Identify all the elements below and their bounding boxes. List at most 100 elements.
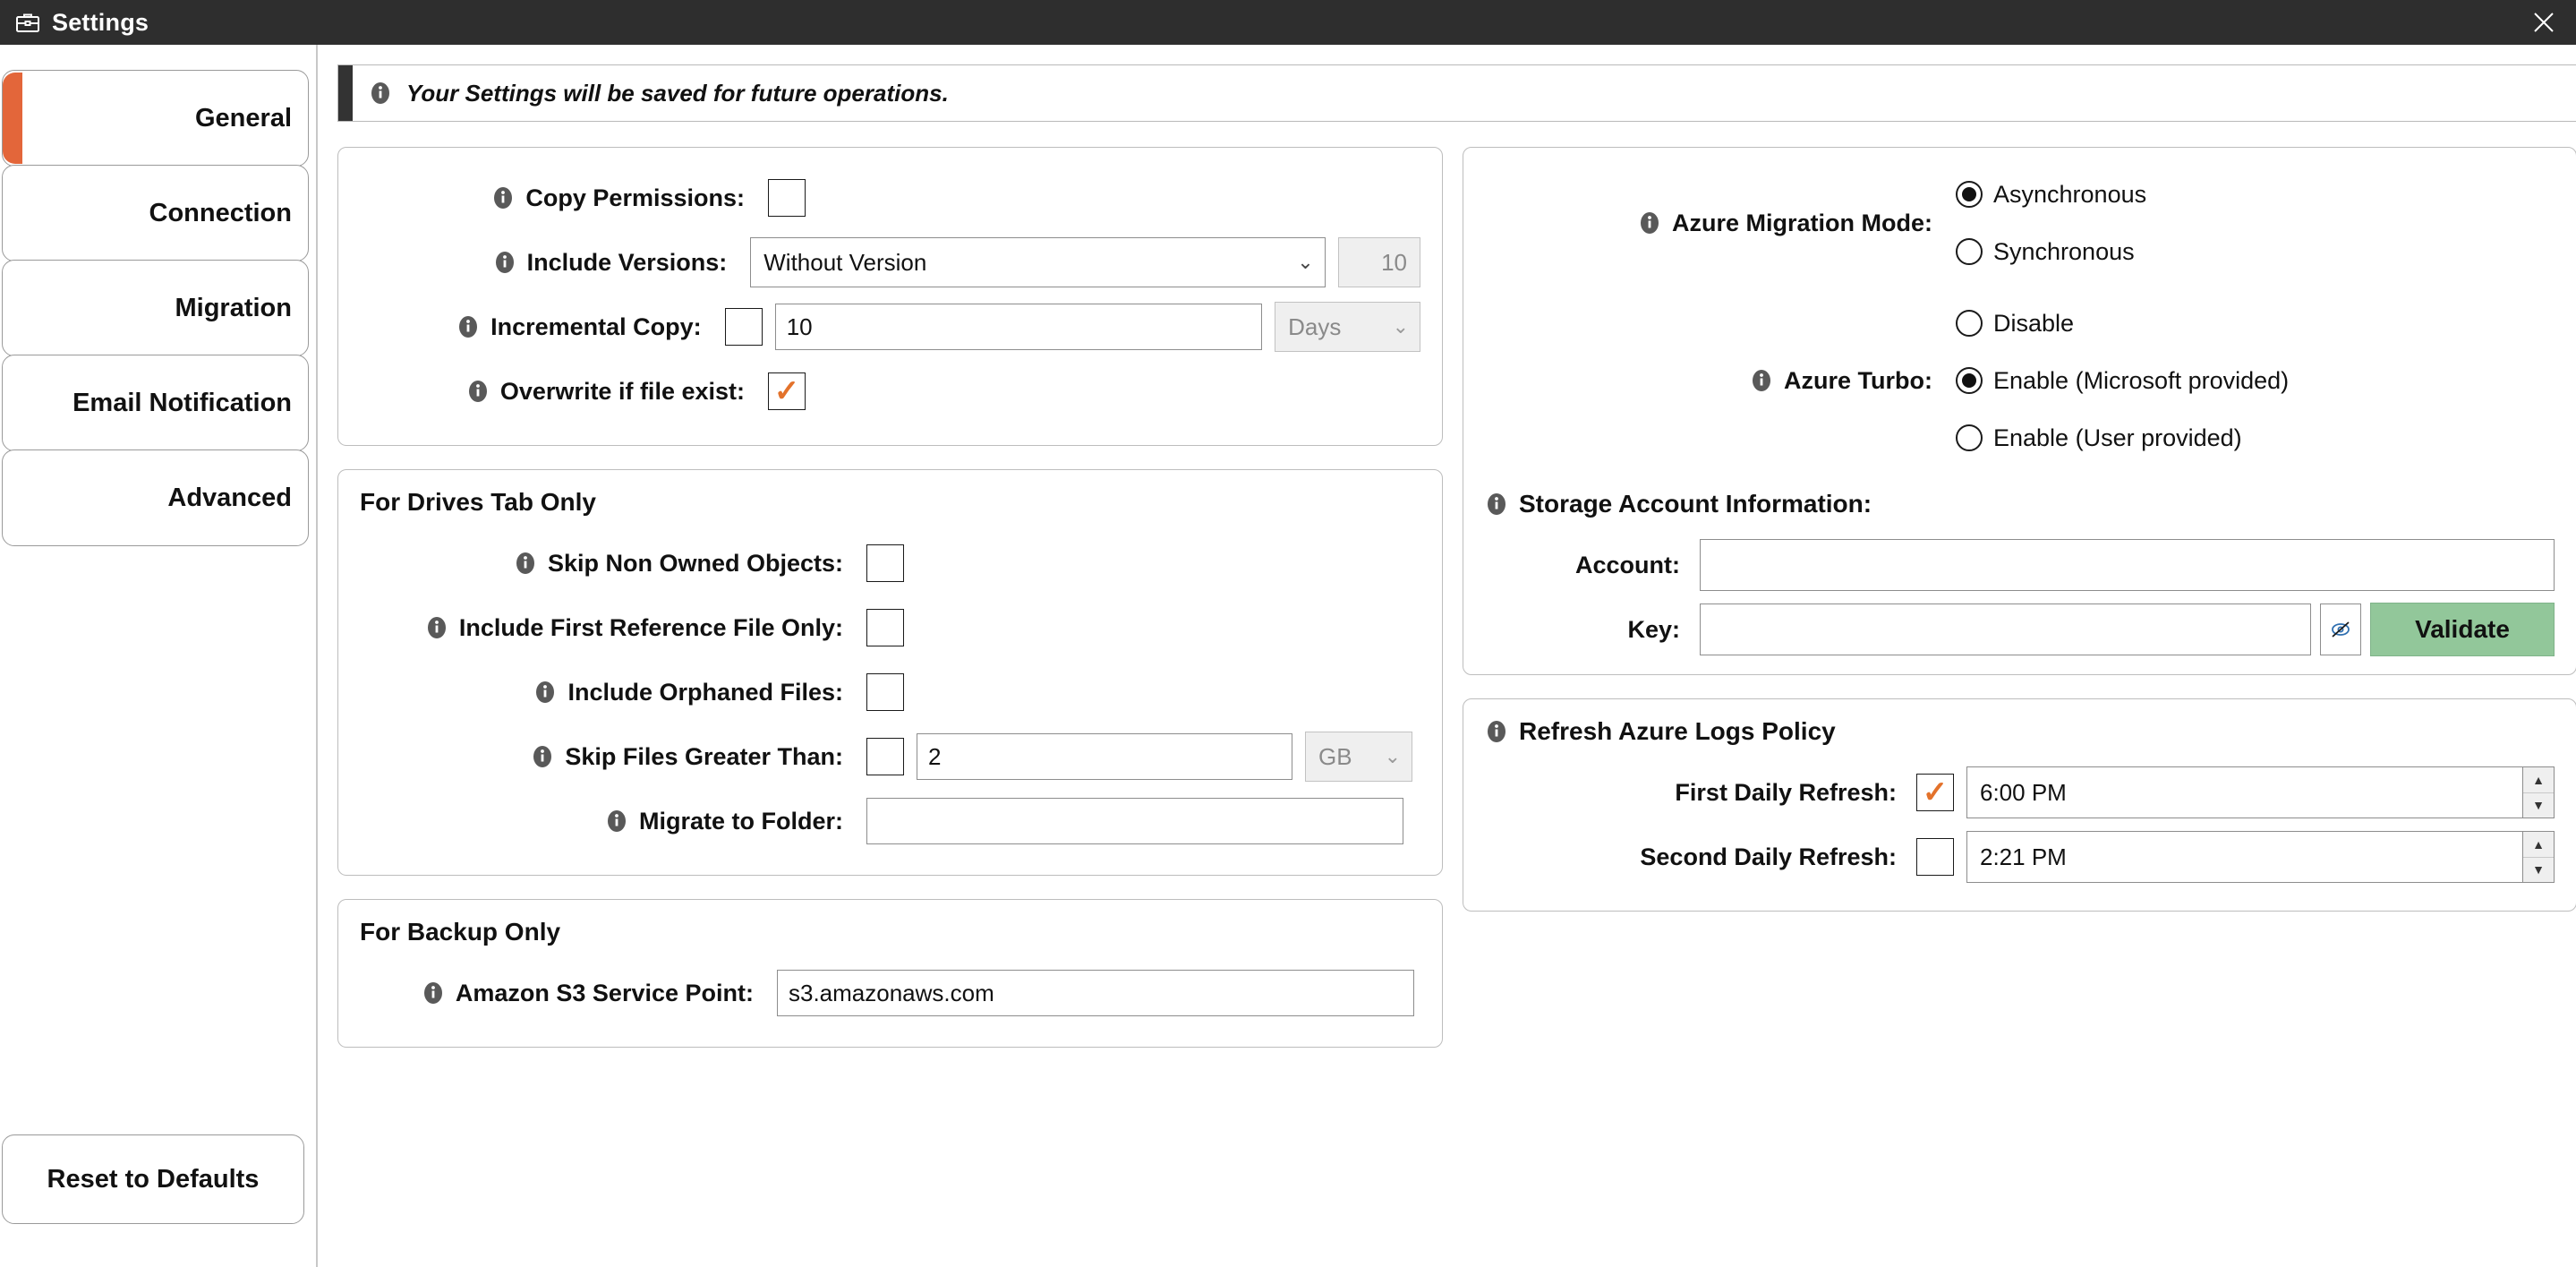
radio-enable-microsoft-provided[interactable]: Enable (Microsoft provided) xyxy=(1956,352,2289,409)
include-orphaned-checkbox[interactable]: ✓ xyxy=(866,673,904,711)
settings-window: General Connection Migration Email Notif… xyxy=(0,45,2576,1267)
radio-disable[interactable]: Disable xyxy=(1956,295,2289,352)
skip-files-unit-select[interactable]: GB ⌄ xyxy=(1305,732,1412,782)
skip-non-owned-label: Skip Non Owned Objects: xyxy=(360,550,843,578)
radio-label: Synchronous xyxy=(1993,237,2135,265)
spinner-up-icon[interactable]: ▲ xyxy=(2523,832,2554,858)
azure-group: Azure Migration Mode: Asynchronous Synch… xyxy=(1463,147,2576,675)
skip-files-greater-checkbox[interactable]: ✓ xyxy=(866,738,904,775)
settings-content: Your Settings will be saved for future o… xyxy=(318,45,2576,1267)
settings-columns: Copy Permissions: ✓ Include Versions: Wi… xyxy=(337,147,2576,1071)
spinner-down-icon[interactable]: ▼ xyxy=(2523,857,2554,882)
sidebar-item-advanced[interactable]: Advanced xyxy=(2,449,309,546)
spinner-down-icon[interactable]: ▼ xyxy=(2523,792,2554,818)
left-column: Copy Permissions: ✓ Include Versions: Wi… xyxy=(337,147,1443,1071)
label-text: First Daily Refresh: xyxy=(1675,778,1897,806)
radio-label: Asynchronous xyxy=(1993,180,2147,208)
close-icon[interactable] xyxy=(2526,4,2562,40)
reset-container: Reset to Defaults xyxy=(0,1134,316,1267)
first-daily-refresh-checkbox[interactable]: ✓ xyxy=(1916,774,1954,811)
info-icon xyxy=(514,552,537,575)
account-input[interactable] xyxy=(1700,539,2555,591)
incremental-copy-input[interactable]: 10 xyxy=(774,304,1263,350)
info-icon xyxy=(369,81,392,105)
copy-permissions-checkbox[interactable]: ✓ xyxy=(768,179,806,217)
eye-slash-icon[interactable] xyxy=(2320,604,2361,655)
radio-label: Disable xyxy=(1993,309,2075,337)
sidebar-item-connection[interactable]: Connection xyxy=(2,165,309,261)
validate-button[interactable]: Validate xyxy=(2370,603,2555,656)
azure-migration-mode-row: Azure Migration Mode: Asynchronous Synch… xyxy=(1485,166,2555,280)
radio-icon xyxy=(1956,181,1983,208)
label-text: Second Daily Refresh: xyxy=(1640,843,1897,870)
unit-value: Days xyxy=(1288,312,1342,340)
general-options-group: Copy Permissions: ✓ Include Versions: Wi… xyxy=(337,147,1443,446)
info-icon xyxy=(533,681,557,704)
second-daily-refresh-spinner[interactable]: ▲ ▼ xyxy=(2522,831,2555,883)
second-daily-refresh-checkbox[interactable]: ✓ xyxy=(1916,838,1954,876)
radio-asynchronous[interactable]: Asynchronous xyxy=(1956,166,2146,223)
info-icon xyxy=(491,186,515,210)
info-icon xyxy=(422,981,445,1005)
skip-files-value: 2 xyxy=(928,742,942,770)
account-label: Account: xyxy=(1485,552,1680,579)
migrate-to-folder-input[interactable] xyxy=(866,798,1403,844)
radio-icon xyxy=(1956,310,1983,337)
overwrite-label: Overwrite if file exist: xyxy=(360,378,745,406)
spinner-up-icon[interactable]: ▲ xyxy=(2523,767,2554,793)
include-versions-label: Include Versions: xyxy=(360,249,727,277)
sidebar: General Connection Migration Email Notif… xyxy=(0,45,318,1267)
info-icon xyxy=(605,809,628,833)
include-first-reference-checkbox[interactable]: ✓ xyxy=(866,609,904,646)
second-daily-refresh-time[interactable]: 2:21 PM ▲ ▼ xyxy=(1966,831,2555,883)
migrate-to-folder-label: Migrate to Folder: xyxy=(360,808,843,835)
copy-permissions-row: Copy Permissions: ✓ xyxy=(360,166,1420,230)
label-text: Azure Turbo: xyxy=(1784,366,1932,394)
s3-service-point-input[interactable]: s3.amazonaws.com xyxy=(777,970,1414,1016)
azure-turbo-radiogroup: Disable Enable (Microsoft provided) Enab… xyxy=(1956,295,2289,467)
label-text: Incremental Copy: xyxy=(490,312,702,340)
incremental-copy-checkbox[interactable]: ✓ xyxy=(724,308,763,346)
storage-account-title: Storage Account Information: xyxy=(1485,490,2555,518)
refresh-policy-title: Refresh Azure Logs Policy xyxy=(1485,717,2555,746)
first-daily-refresh-time[interactable]: 6:00 PM ▲ ▼ xyxy=(1966,766,2555,818)
second-daily-refresh-label: Second Daily Refresh: xyxy=(1485,843,1897,871)
radio-enable-user-provided[interactable]: Enable (User provided) xyxy=(1956,409,2289,467)
incremental-copy-value: 10 xyxy=(786,312,813,340)
overwrite-checkbox[interactable]: ✓ xyxy=(768,372,806,410)
skip-files-greater-input[interactable]: 2 xyxy=(917,733,1292,780)
info-icon xyxy=(1638,211,1661,235)
label-text: Amazon S3 Service Point: xyxy=(455,979,754,1006)
first-daily-refresh-spinner[interactable]: ▲ ▼ xyxy=(2522,766,2555,818)
key-input[interactable] xyxy=(1700,604,2311,655)
sidebar-item-label: Migration xyxy=(175,293,293,322)
chevron-down-icon: ⌄ xyxy=(1384,745,1401,767)
info-icon xyxy=(1750,369,1773,392)
radio-synchronous[interactable]: Synchronous xyxy=(1956,223,2146,280)
info-icon xyxy=(531,745,554,768)
sidebar-item-general[interactable]: General xyxy=(2,70,309,167)
incremental-copy-row: Incremental Copy: ✓ 10 Days ⌄ xyxy=(360,295,1420,359)
second-daily-refresh-value: 2:21 PM xyxy=(1966,831,2522,883)
radio-icon xyxy=(1956,367,1983,394)
include-versions-row: Include Versions: Without Version ⌄ 10 xyxy=(360,230,1420,295)
chevron-down-icon: ⌄ xyxy=(1392,315,1409,338)
include-versions-select[interactable]: Without Version ⌄ xyxy=(750,237,1326,287)
sidebar-item-email-notification[interactable]: Email Notification xyxy=(2,355,309,451)
key-row: Key: Validate xyxy=(1485,597,2555,662)
info-icon xyxy=(425,616,448,639)
include-orphaned-row: Include Orphaned Files: ✓ xyxy=(360,660,1420,724)
sidebar-item-migration[interactable]: Migration xyxy=(2,260,309,356)
radio-label: Enable (Microsoft provided) xyxy=(1993,366,2290,394)
overwrite-if-file-exist-row: Overwrite if file exist: ✓ xyxy=(360,359,1420,424)
reset-to-defaults-button[interactable]: Reset to Defaults xyxy=(2,1134,304,1224)
skip-non-owned-checkbox[interactable]: ✓ xyxy=(866,544,904,582)
account-row: Account: xyxy=(1485,533,2555,597)
s3-service-point-label: Amazon S3 Service Point: xyxy=(360,980,754,1007)
refresh-policy-title-text: Refresh Azure Logs Policy xyxy=(1519,717,1836,745)
incremental-copy-unit-select[interactable]: Days ⌄ xyxy=(1275,302,1420,352)
reset-button-label: Reset to Defaults xyxy=(47,1164,260,1194)
info-icon xyxy=(1485,492,1508,516)
first-daily-refresh-value: 6:00 PM xyxy=(1966,766,2522,818)
label-text: Copy Permissions: xyxy=(525,184,745,211)
